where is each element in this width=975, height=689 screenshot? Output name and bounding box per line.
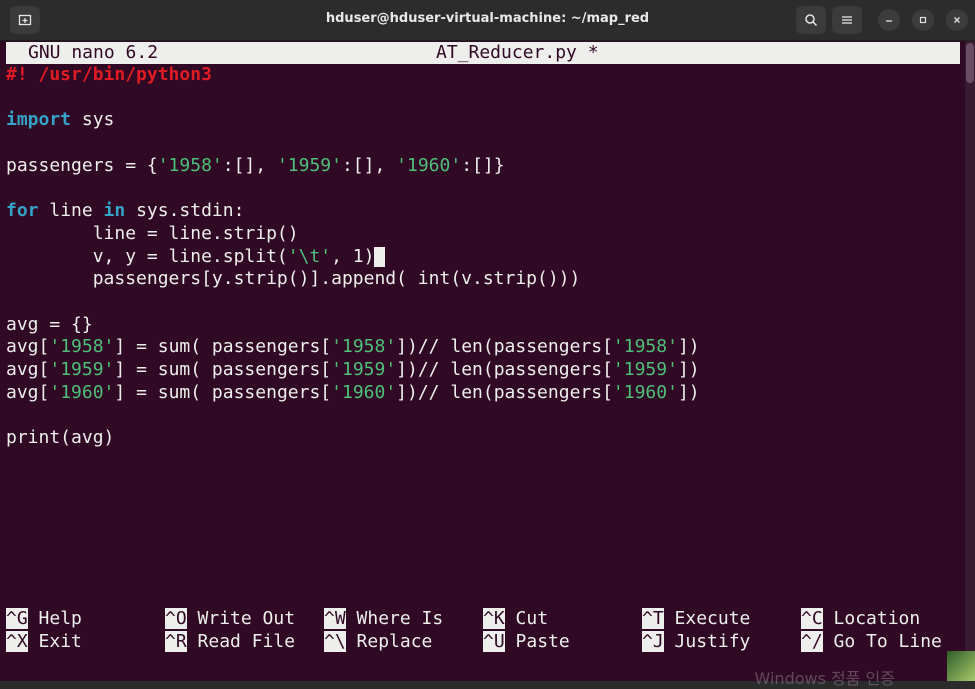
code-line[interactable] xyxy=(6,132,946,155)
code-line[interactable]: for line in sys.stdin: xyxy=(6,200,946,223)
code-line[interactable] xyxy=(6,87,946,110)
minimize-button[interactable] xyxy=(878,9,900,31)
shortcut-key: ^K xyxy=(483,608,505,629)
code-line[interactable]: line = line.strip() xyxy=(6,223,946,246)
desktop-wallpaper-corner xyxy=(947,651,975,681)
shortcut-location[interactable]: ^C Location xyxy=(801,608,920,630)
shortcut-label: Cut xyxy=(504,608,549,629)
text-cursor xyxy=(374,246,386,267)
shortcut-label: Execute xyxy=(663,608,751,629)
terminal-scrollbar[interactable] xyxy=(965,41,975,681)
code-editor[interactable]: #! /usr/bin/python3 import sys passengers … xyxy=(6,64,946,450)
maximize-icon xyxy=(919,16,927,24)
nano-version: GNU nano 6.2 xyxy=(28,42,159,63)
code-line[interactable]: print(avg) xyxy=(6,427,946,450)
shortcut-exit[interactable]: ^X Exit xyxy=(6,631,82,653)
hamburger-menu-icon xyxy=(842,16,852,24)
shortcut-key: ^T xyxy=(642,608,664,629)
shortcut-label: Exit xyxy=(27,631,82,652)
shortcut-key: ^\ xyxy=(324,631,346,652)
code-line[interactable]: avg['1960'] = sum( passengers['1960'])//… xyxy=(6,382,946,405)
scrollbar-thumb[interactable] xyxy=(966,43,974,83)
shortcut-execute[interactable]: ^T Execute xyxy=(642,608,750,630)
shortcut-label: Replace xyxy=(345,631,433,652)
code-line[interactable] xyxy=(6,177,946,200)
shortcut-label: Justify xyxy=(663,631,751,652)
shortcut-label: Help xyxy=(27,608,82,629)
shortcut-justify[interactable]: ^J Justify xyxy=(642,631,750,653)
nano-filename: AT_Reducer.py * xyxy=(436,42,599,63)
search-icon xyxy=(805,14,818,27)
window-titlebar: hduser@hduser-virtual-machine: ~/map_red xyxy=(0,0,975,41)
close-icon xyxy=(954,17,960,23)
window-title: hduser@hduser-virtual-machine: ~/map_red xyxy=(325,11,650,26)
shortcut-key: ^X xyxy=(6,631,28,652)
close-button[interactable] xyxy=(946,9,968,31)
shortcut-key: ^C xyxy=(801,608,823,629)
code-line[interactable]: avg['1959'] = sum( passengers['1959'])//… xyxy=(6,359,946,382)
code-line[interactable] xyxy=(6,291,946,314)
shortcut-paste[interactable]: ^U Paste xyxy=(483,631,570,653)
shortcut-key: ^R xyxy=(165,631,187,652)
shortcut-label: Location xyxy=(822,608,921,629)
code-line[interactable]: import sys xyxy=(6,109,946,132)
shortcut-label: Paste xyxy=(504,631,570,652)
shortcut-label: Read File xyxy=(186,631,296,652)
code-line[interactable]: #! /usr/bin/python3 xyxy=(6,64,946,87)
code-line[interactable]: avg = {} xyxy=(6,314,946,337)
shortcut-label: Write Out xyxy=(186,608,296,629)
shortcut-key: ^/ xyxy=(801,631,823,652)
shortcut-key: ^O xyxy=(165,608,187,629)
shortcut-key: ^U xyxy=(483,631,505,652)
shortcut-cut[interactable]: ^K Cut xyxy=(483,608,548,630)
shortcut-key: ^G xyxy=(6,608,28,629)
shortcut-replace[interactable]: ^\ Replace xyxy=(324,631,432,653)
shortcut-key: ^W xyxy=(324,608,346,629)
windows-activation-watermark: Windows 정품 인증 xyxy=(754,669,895,688)
minimize-icon xyxy=(886,20,892,22)
code-line[interactable]: avg['1958'] = sum( passengers['1958'])//… xyxy=(6,336,946,359)
search-button[interactable] xyxy=(796,6,826,34)
code-line[interactable]: passengers = {'1958':[], '1959':[], '196… xyxy=(6,155,946,178)
terminal-area[interactable]: GNU nano 6.2 AT_Reducer.py * #! /usr/bin… xyxy=(0,41,975,688)
shortcut-where-is[interactable]: ^W Where Is xyxy=(324,608,443,630)
code-line[interactable] xyxy=(6,404,946,427)
shortcut-key: ^J xyxy=(642,631,664,652)
shortcut-write-out[interactable]: ^O Write Out xyxy=(165,608,295,630)
nano-header-bar: GNU nano 6.2 AT_Reducer.py * xyxy=(6,42,960,64)
shortcut-read-file[interactable]: ^R Read File xyxy=(165,631,295,653)
shortcut-go-to-line[interactable]: ^/ Go To Line xyxy=(801,631,942,653)
shortcut-help[interactable]: ^G Help xyxy=(6,608,82,630)
shortcut-label: Where Is xyxy=(345,608,444,629)
shortcut-label: Go To Line xyxy=(822,631,942,652)
code-line[interactable]: v, y = line.split('\t', 1) xyxy=(6,246,946,269)
maximize-button[interactable] xyxy=(912,9,934,31)
code-line[interactable]: passengers[y.strip()].append( int(v.stri… xyxy=(6,268,946,291)
menu-button[interactable] xyxy=(832,6,862,34)
